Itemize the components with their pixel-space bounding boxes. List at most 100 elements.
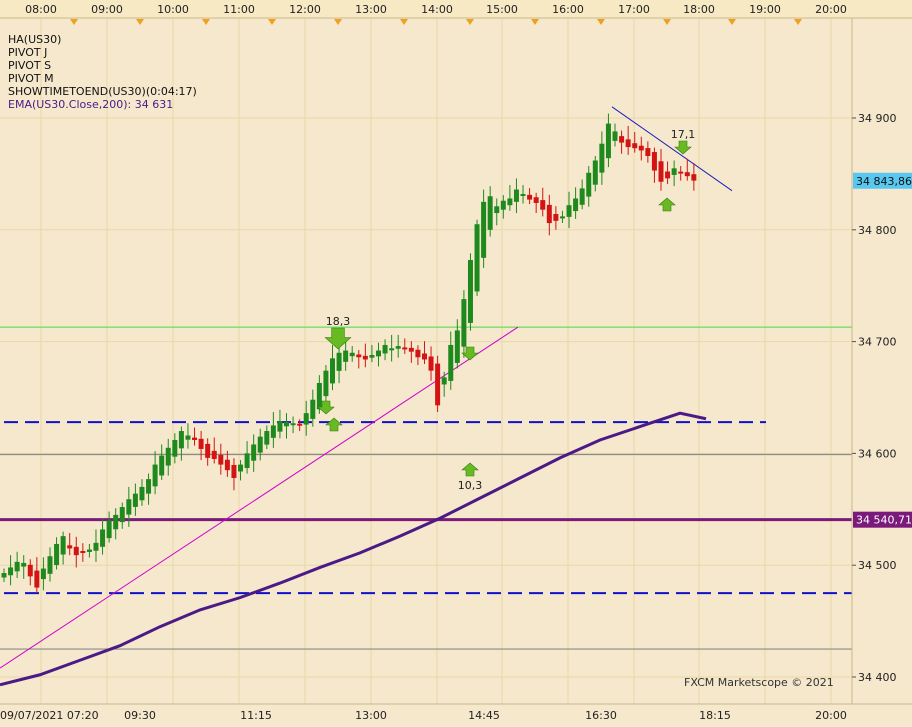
bottom-time-label: 20:00 xyxy=(815,709,847,722)
candle-body xyxy=(192,437,198,440)
candle-body xyxy=(481,201,487,258)
candle-body xyxy=(152,464,158,487)
bottom-time-label: 09:30 xyxy=(124,709,156,722)
top-time-label: 19:00 xyxy=(749,3,781,16)
price-tick-label: 34 700 xyxy=(858,336,897,349)
candle-body xyxy=(290,423,296,426)
legend-ema: EMA(US30.Close,200): 34 631 xyxy=(8,98,173,111)
candle-body xyxy=(8,567,14,576)
candle-body xyxy=(362,355,368,360)
candle-body xyxy=(27,564,33,577)
candle-body xyxy=(520,194,526,197)
candle-body xyxy=(375,350,381,357)
candle-body xyxy=(612,131,618,141)
candle-body xyxy=(284,422,290,427)
candle-body xyxy=(330,358,335,384)
top-time-label: 20:00 xyxy=(815,3,847,16)
top-time-label: 15:00 xyxy=(486,3,518,16)
candle-body xyxy=(198,438,204,449)
candle-body xyxy=(592,160,598,185)
candle-body xyxy=(638,145,644,151)
candle-body xyxy=(665,171,671,179)
candle-body xyxy=(238,464,244,472)
candle-body xyxy=(684,172,690,177)
legend-item: PIVOT J xyxy=(8,46,47,59)
candle-body xyxy=(461,299,467,347)
candle-body xyxy=(165,447,171,466)
candle-body xyxy=(54,543,60,566)
candle-body xyxy=(513,189,519,202)
top-time-label: 16:00 xyxy=(552,3,584,16)
candle-body xyxy=(277,420,283,432)
candle-body xyxy=(586,172,592,197)
price-tick-label: 34 800 xyxy=(858,224,897,237)
candle-body xyxy=(132,493,138,507)
candle-body xyxy=(257,436,263,453)
candle-body xyxy=(632,143,638,149)
candle-body xyxy=(408,347,414,352)
candle-body xyxy=(80,551,86,554)
candle-body xyxy=(389,348,395,351)
candle-body xyxy=(467,259,473,323)
candle-body xyxy=(441,377,447,385)
candle-body xyxy=(178,431,184,449)
candle-body xyxy=(619,136,625,143)
candle-body xyxy=(527,194,533,200)
bottom-time-label: 16:30 xyxy=(585,709,617,722)
candle-body xyxy=(251,444,257,461)
candle-body xyxy=(264,431,270,445)
candle-body xyxy=(343,350,349,362)
candle-body xyxy=(448,344,454,381)
pivot-price-label: 34 540,71 xyxy=(856,514,912,527)
top-time-label: 09:00 xyxy=(91,3,123,16)
candle-body xyxy=(566,205,572,217)
candle-body xyxy=(60,536,66,555)
price-tick-label: 34 400 xyxy=(858,671,897,684)
top-time-label: 12:00 xyxy=(289,3,321,16)
legend-item: PIVOT M xyxy=(8,72,54,85)
candle-body xyxy=(573,198,579,212)
price-tick-label: 34 500 xyxy=(858,559,897,572)
candle-body xyxy=(106,520,112,539)
candle-body xyxy=(211,450,217,459)
candle-body xyxy=(599,143,605,173)
candle-body xyxy=(395,346,401,349)
top-time-label: 08:00 xyxy=(25,3,57,16)
candle-body xyxy=(428,356,434,371)
top-time-label: 17:00 xyxy=(618,3,650,16)
candle-body xyxy=(454,330,460,363)
candle-body xyxy=(224,459,230,471)
candle-body xyxy=(172,439,178,457)
top-time-label: 11:00 xyxy=(223,3,255,16)
candle-body xyxy=(47,556,53,574)
top-time-label: 18:00 xyxy=(683,3,715,16)
candle-body xyxy=(100,529,106,547)
candle-body xyxy=(316,382,322,410)
candle-body xyxy=(14,561,20,572)
candle-body xyxy=(678,171,684,174)
candle-body xyxy=(336,352,342,371)
candle-body xyxy=(205,443,211,458)
candle-body xyxy=(356,354,362,358)
candle-body xyxy=(218,454,224,465)
candle-body xyxy=(691,174,697,181)
candle-body xyxy=(323,370,329,397)
annotation-label: 17,1 xyxy=(671,128,696,141)
candle-body xyxy=(185,435,191,440)
candle-body xyxy=(40,568,46,580)
legend-item: SHOWTIMETOEND(US30)(0:04:17) xyxy=(8,85,197,98)
candle-body xyxy=(507,198,513,206)
watermark: FXCM Marketscope © 2021 xyxy=(684,676,834,689)
candle-body xyxy=(546,204,552,224)
annotation-label: 10,3 xyxy=(458,479,483,492)
candle-body xyxy=(553,213,559,221)
candle-body xyxy=(605,123,611,159)
candle-body xyxy=(402,347,408,350)
price-tick-label: 34 900 xyxy=(858,112,897,125)
candle-body xyxy=(533,197,539,203)
candle-body xyxy=(297,423,303,426)
bottom-time-label: 18:15 xyxy=(699,709,731,722)
candle-body xyxy=(369,355,375,358)
chart-canvas[interactable]: 18,3 10,3 17,1 08:00 09:00 10:00 11:00 12:00 13… xyxy=(0,0,912,727)
candle-body xyxy=(415,349,421,358)
